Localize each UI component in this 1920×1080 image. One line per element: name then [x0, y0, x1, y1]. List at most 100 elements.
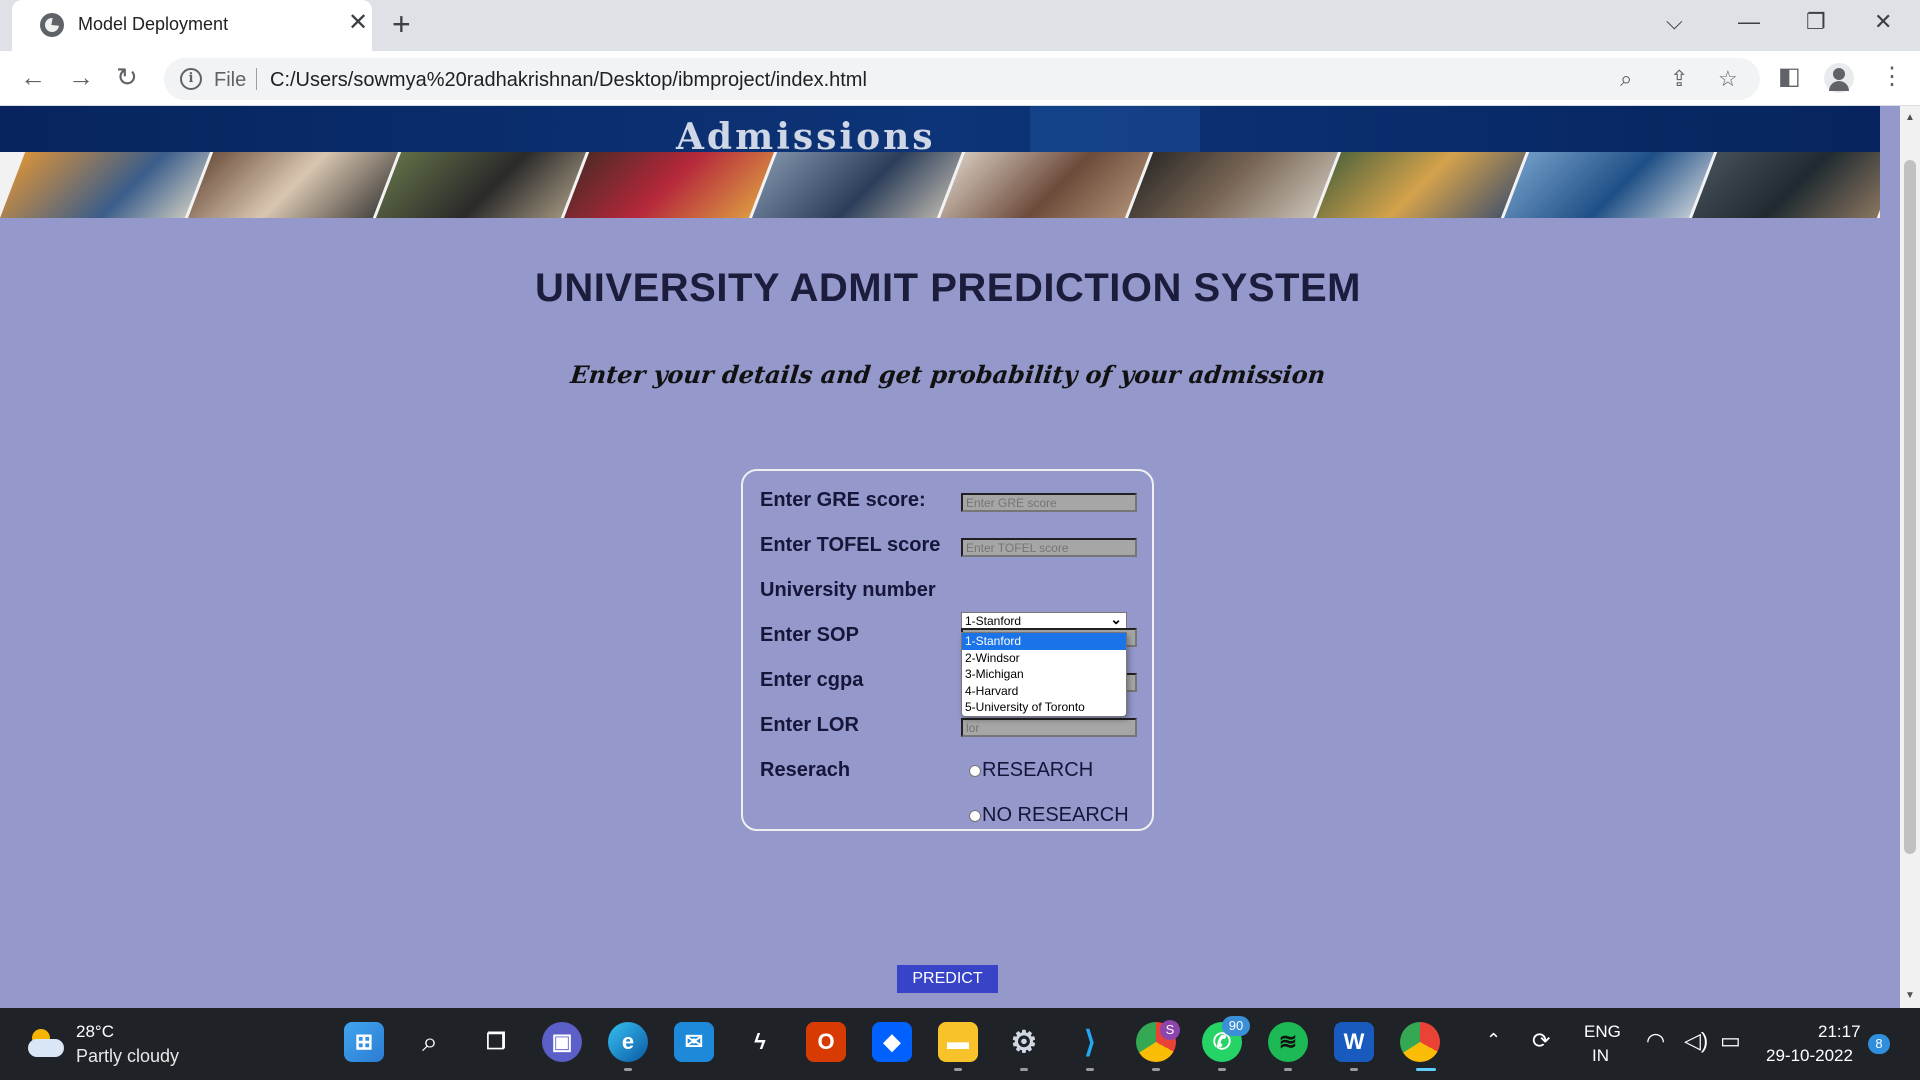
edge-icon[interactable]: e [608, 1022, 648, 1062]
admissions-banner: Admissions [0, 106, 1880, 158]
forward-icon[interactable]: → [68, 63, 94, 91]
share-icon[interactable]: ⇪ [1670, 66, 1688, 92]
research-yes-label: RESEARCH [982, 759, 1094, 781]
site-info-icon[interactable]: i [180, 68, 202, 90]
language-code[interactable]: ENG [1584, 1022, 1621, 1042]
banner-photo [1504, 152, 1714, 218]
university-option[interactable]: 1-Stanford [962, 633, 1126, 650]
zoom-icon[interactable]: ⌕ [1620, 66, 1632, 92]
dropbox-icon[interactable]: ◆ [872, 1022, 912, 1062]
browser-tab[interactable]: Model Deployment ✕ [12, 0, 372, 51]
banner-photo [752, 152, 962, 218]
banner-photo [940, 152, 1150, 218]
cgpa-label: Enter cgpa [760, 669, 864, 691]
sop-label: Enter SOP [760, 624, 859, 646]
whatsapp-unread-badge: 90 [1222, 1016, 1250, 1036]
scroll-down-icon[interactable]: ▼ [1905, 990, 1915, 1001]
student-photo-strip [0, 152, 1880, 218]
tab-search-icon[interactable]: ⌵ [1666, 10, 1683, 34]
url-separator [256, 68, 257, 90]
tofel-score-input[interactable] [961, 538, 1137, 557]
weather-icon[interactable] [28, 1029, 64, 1057]
running-indicator [1020, 1068, 1028, 1071]
browser-toolbar: ← → ↻ i File C:/Users/sowmya%20radhakris… [0, 51, 1920, 106]
close-window-icon[interactable]: ✕ [1874, 10, 1892, 34]
running-indicator [1218, 1068, 1226, 1071]
banner-photo [1128, 152, 1338, 218]
word-icon[interactable]: W [1334, 1022, 1374, 1062]
volume-icon[interactable]: ◁) [1684, 1028, 1708, 1054]
chrome-profile-badge: S [1160, 1020, 1180, 1040]
university-option[interactable]: 5-University of Toronto [962, 699, 1126, 716]
university-selected-value: 1-Stanford [965, 614, 1022, 628]
clock-time[interactable]: 21:17 [1818, 1022, 1861, 1042]
university-dropdown-list: 1-Stanford 2-Windsor 3-Michigan 4-Harvar… [961, 632, 1127, 717]
show-hidden-icons-chevron-icon[interactable]: ⌃ [1486, 1030, 1501, 1051]
chevron-down-icon: ⌄ [1110, 611, 1122, 627]
university-option[interactable]: 4-Harvard [962, 683, 1126, 700]
lor-label: Enter LOR [760, 714, 859, 736]
page-scrollbar[interactable]: ▲ ▼ [1900, 106, 1920, 1008]
banner-photo [0, 152, 210, 218]
office-icon[interactable]: O [806, 1022, 846, 1062]
sync-icon[interactable]: ⟳ [1532, 1028, 1550, 1054]
url-scheme: File [214, 69, 247, 91]
running-indicator [1350, 1068, 1358, 1071]
tofel-label: Enter TOFEL score [760, 534, 941, 556]
menu-kebab-icon[interactable]: ⋮ [1880, 63, 1904, 91]
start-icon[interactable]: ⊞ [344, 1022, 384, 1062]
weather-condition: Partly cloudy [76, 1046, 180, 1066]
running-indicator [1152, 1068, 1160, 1071]
reload-icon[interactable]: ↻ [116, 63, 138, 91]
clock-date[interactable]: 29-10-2022 [1766, 1046, 1853, 1066]
research-no-label: NO RESEARCH [982, 804, 1129, 826]
tab-strip: Model Deployment ✕ + ⌵ — ❐ ✕ [0, 0, 1920, 51]
address-bar[interactable]: i File C:/Users/sowmya%20radhakrishnan/D… [164, 58, 1760, 100]
bookmark-star-icon[interactable]: ☆ [1718, 66, 1738, 92]
scroll-thumb[interactable] [1904, 160, 1916, 854]
task-view-icon[interactable]: ❐ [476, 1022, 516, 1062]
prediction-form: Enter GRE score: Enter TOFEL score Unive… [741, 469, 1154, 831]
battery-icon[interactable]: ▭ [1720, 1028, 1741, 1054]
spotify-icon[interactable]: ≋ [1268, 1022, 1308, 1062]
running-indicator [1086, 1068, 1094, 1071]
banner-photo [1692, 152, 1880, 218]
minimize-icon[interactable]: — [1738, 10, 1760, 34]
research-yes-radio[interactable] [969, 765, 981, 777]
banner-building-graphic [1030, 106, 1200, 152]
scroll-up-icon[interactable]: ▲ [1905, 112, 1915, 123]
running-indicator [1284, 1068, 1292, 1071]
app-lightning-icon[interactable]: ϟ [740, 1022, 780, 1062]
banner-photo [564, 152, 774, 218]
lor-input[interactable] [961, 718, 1137, 737]
running-indicator [624, 1068, 632, 1071]
gre-score-input[interactable] [961, 493, 1137, 512]
settings-gear-icon[interactable]: ⚙ [1004, 1022, 1044, 1062]
chrome-icon[interactable] [1400, 1022, 1440, 1062]
research-no-radio[interactable] [969, 810, 981, 822]
taskbar: 28°C Partly cloudy ⊞ ⌕ ❐ ▣ e ✉ ϟ O ◆ ▬ ⚙… [0, 1008, 1920, 1080]
url-text[interactable]: C:/Users/sowmya%20radhakrishnan/Desktop/… [270, 69, 867, 92]
wifi-icon[interactable]: ◠ [1646, 1028, 1665, 1054]
region-code[interactable]: IN [1592, 1046, 1609, 1066]
vscode-icon[interactable]: ⟩ [1070, 1022, 1110, 1062]
predict-button[interactable]: PREDICT [897, 965, 998, 993]
search-icon[interactable]: ⌕ [410, 1022, 450, 1062]
tab-title: Model Deployment [78, 14, 229, 34]
banner-photo [1316, 152, 1526, 218]
side-panel-icon[interactable]: ◧ [1778, 63, 1801, 91]
mail-icon[interactable]: ✉ [674, 1022, 714, 1062]
university-option[interactable]: 2-Windsor [962, 650, 1126, 667]
university-option[interactable]: 3-Michigan [962, 666, 1126, 683]
banner-photo [376, 152, 586, 218]
profile-avatar-icon[interactable] [1824, 63, 1854, 93]
cloud-icon [28, 1039, 64, 1057]
new-tab-button[interactable]: + [392, 8, 411, 40]
restore-icon[interactable]: ❐ [1806, 10, 1826, 34]
banner-photo [188, 152, 398, 218]
tab-close-icon[interactable]: ✕ [348, 11, 368, 35]
teams-chat-icon[interactable]: ▣ [542, 1022, 582, 1062]
back-icon[interactable]: ← [20, 63, 46, 91]
notification-count-badge[interactable]: 8 [1868, 1034, 1890, 1054]
file-explorer-icon[interactable]: ▬ [938, 1022, 978, 1062]
